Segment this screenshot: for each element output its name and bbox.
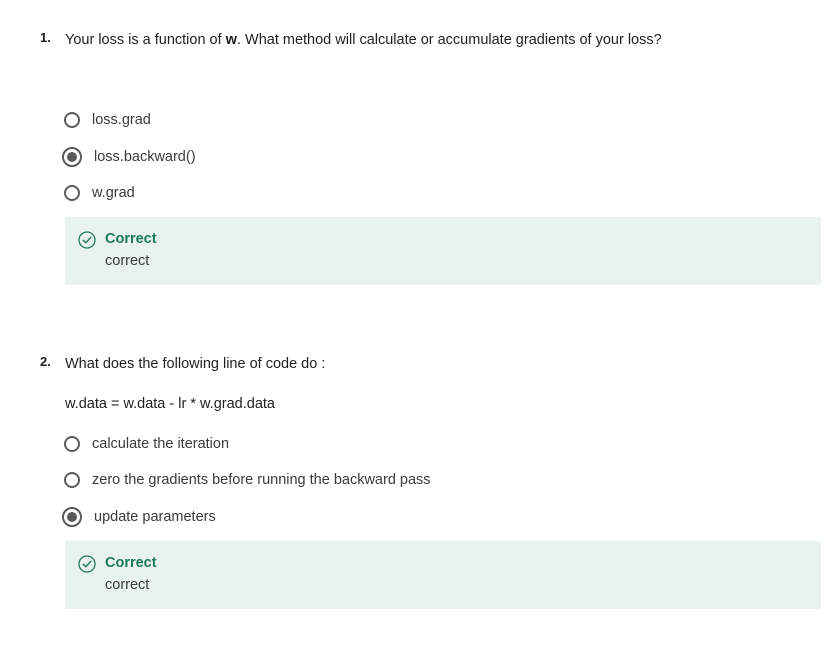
feedback-text: correct xyxy=(105,253,150,269)
feedback-title: Correct xyxy=(105,231,157,247)
feedback-box: Correct correct xyxy=(65,217,821,285)
question-text-part: Your loss is a function of xyxy=(65,32,226,48)
option-calculate-iteration[interactable]: calculate the iteration xyxy=(63,432,229,456)
option-loss-grad[interactable]: loss.grad xyxy=(63,108,151,132)
question-number: 1. xyxy=(40,30,51,45)
option-label: zero the gradients before running the ba… xyxy=(92,472,431,488)
code-snippet: w.data = w.data - lr * w.grad.data xyxy=(65,396,275,412)
question-text: Your loss is a function of w. What metho… xyxy=(65,30,662,50)
option-label: update parameters xyxy=(94,509,216,525)
feedback-box: Correct correct xyxy=(65,541,821,609)
check-circle-icon xyxy=(78,231,96,249)
option-label: w.grad xyxy=(92,185,135,201)
option-w-grad[interactable]: w.grad xyxy=(63,181,135,205)
radio-button[interactable] xyxy=(64,185,80,201)
option-loss-backward[interactable]: loss.backward() xyxy=(62,145,196,169)
option-update-parameters[interactable]: update parameters xyxy=(62,505,216,529)
question-text-bold: w xyxy=(225,32,237,48)
check-circle-icon xyxy=(78,555,96,573)
question-number: 2. xyxy=(40,354,51,369)
radio-button[interactable] xyxy=(64,112,80,128)
radio-button[interactable] xyxy=(64,436,80,452)
radio-button-selected[interactable] xyxy=(62,147,82,167)
option-label: loss.grad xyxy=(92,112,151,128)
feedback-text: correct xyxy=(105,577,150,593)
option-label: loss.backward() xyxy=(94,149,196,165)
feedback-title: Correct xyxy=(105,555,157,571)
option-zero-gradients[interactable]: zero the gradients before running the ba… xyxy=(63,468,431,492)
option-label: calculate the iteration xyxy=(92,436,230,452)
question-text: What does the following line of code do … xyxy=(65,356,326,372)
radio-button[interactable] xyxy=(64,472,80,488)
radio-button-selected[interactable] xyxy=(62,507,82,527)
question-text-part: . What method will calculate or accumula… xyxy=(236,32,662,48)
